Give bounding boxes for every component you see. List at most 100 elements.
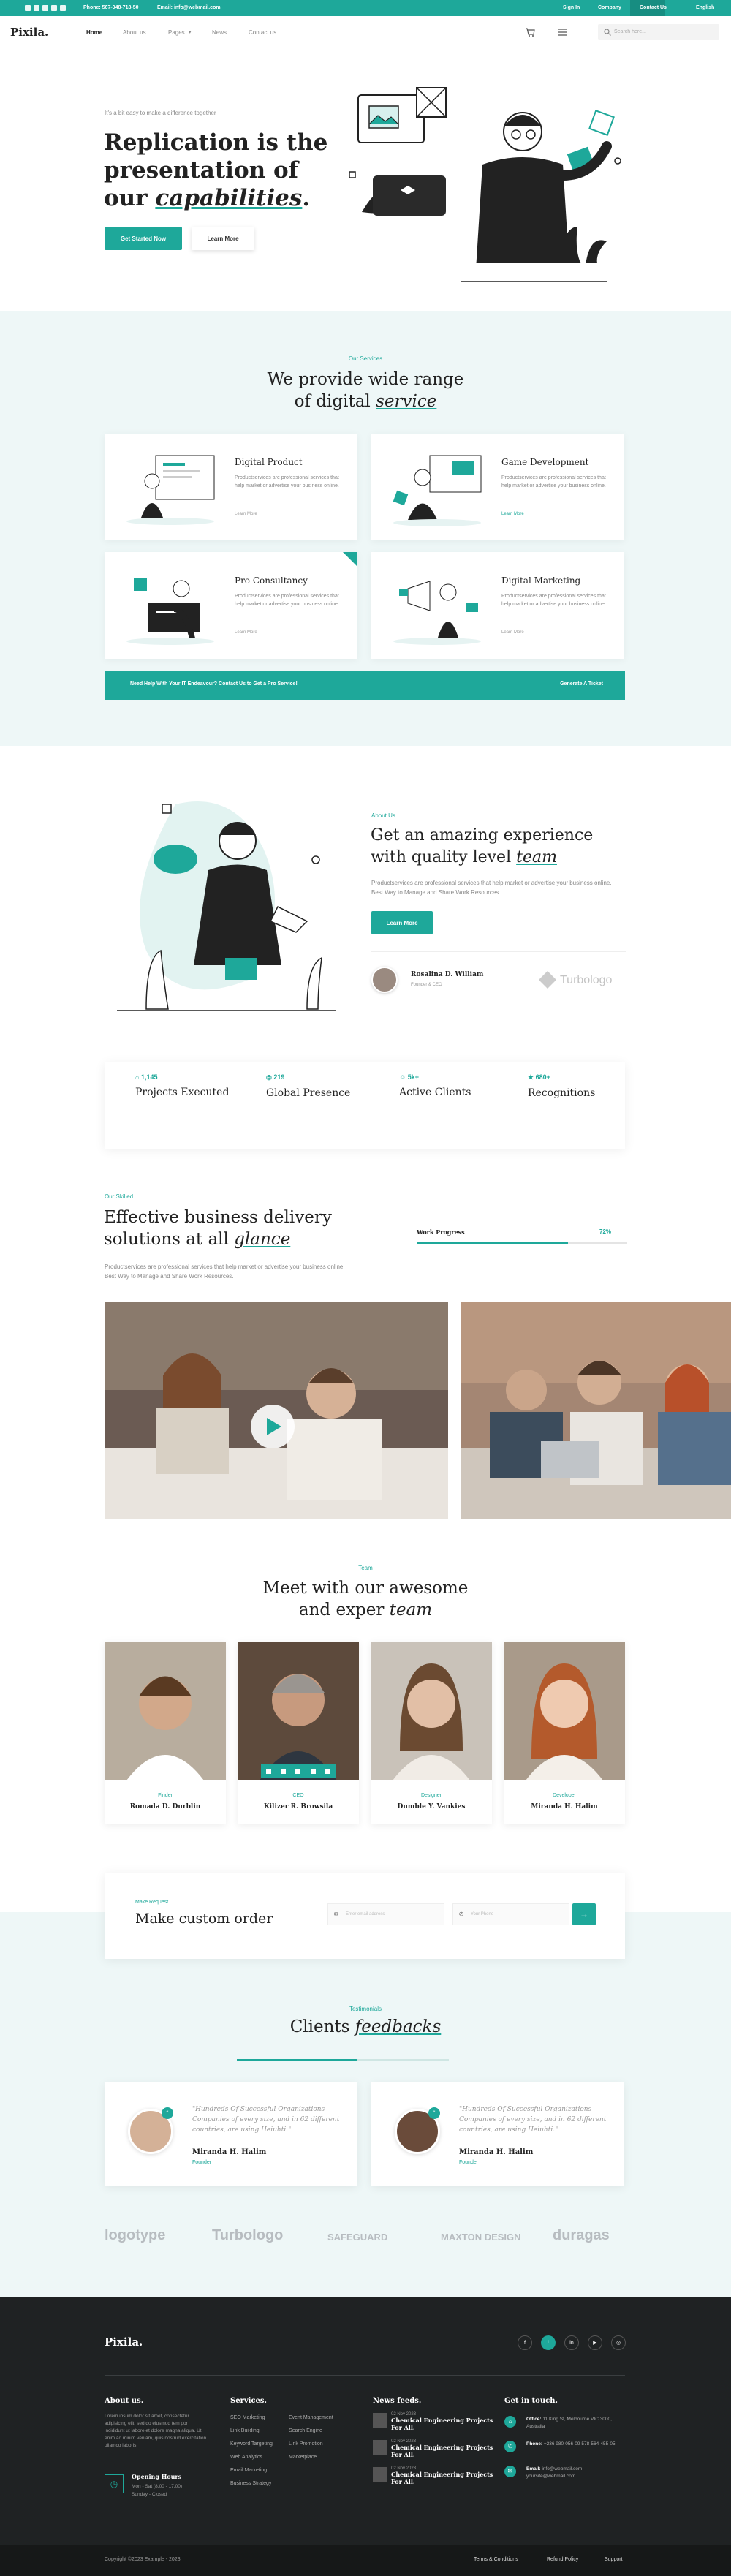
- testimonial-card: “ "Hundreds Of Successful Organizations …: [371, 2082, 624, 2186]
- stat-item: ⌂ 1,145 Projects Executed: [135, 1073, 230, 1098]
- service-learn-more[interactable]: Learn More: [235, 512, 257, 516]
- footer-brand[interactable]: Pixila.: [105, 2335, 143, 2349]
- menu-icon[interactable]: [558, 29, 567, 36]
- twitter-icon[interactable]: [34, 5, 39, 11]
- twitter-icon[interactable]: t: [541, 2335, 556, 2350]
- footer-service-link[interactable]: Link Promotion: [289, 2441, 323, 2447]
- news-thumbnail[interactable]: [373, 2440, 387, 2455]
- about-title: Get an amazing experience with quality l…: [371, 826, 594, 866]
- get-started-button[interactable]: Get Started Now: [105, 227, 182, 250]
- instagram-icon[interactable]: [60, 5, 66, 11]
- brand-logo[interactable]: Pixila.: [10, 26, 48, 39]
- avatar: [371, 967, 398, 993]
- progress-label: Work Progress: [417, 1228, 465, 1236]
- news-item[interactable]: 02 Nov 2023 Chemical Engineering Projects…: [391, 2439, 493, 2458]
- news-item[interactable]: 02 Nov 2023 Chemical Engineering Projects…: [391, 2466, 493, 2485]
- linkedin-icon[interactable]: [42, 5, 48, 11]
- search-input[interactable]: Search here...: [598, 24, 719, 40]
- footer-service-link[interactable]: SEO Marketing: [230, 2415, 265, 2420]
- service-card[interactable]: Digital Marketing Productservices are pr…: [371, 552, 624, 659]
- instagram-icon[interactable]: ◎: [611, 2335, 626, 2350]
- service-card[interactable]: Digital Product Productservices are prof…: [105, 434, 357, 540]
- footer-service-link[interactable]: Link Building: [230, 2428, 260, 2433]
- footer-link-terms[interactable]: Terms & Conditions: [474, 2557, 518, 2562]
- service-learn-more[interactable]: Learn More: [501, 512, 524, 516]
- service-learn-more[interactable]: Learn More: [501, 630, 524, 635]
- footer-service-link[interactable]: Web Analytics: [230, 2455, 262, 2460]
- mail-icon: ✉: [334, 1912, 338, 1917]
- instagram-icon[interactable]: [325, 1768, 331, 1774]
- office-photo: [461, 1302, 731, 1519]
- cart-icon[interactable]: [525, 28, 535, 37]
- language-select[interactable]: English: [696, 5, 714, 10]
- nav-contact[interactable]: Contact us: [249, 29, 276, 36]
- slider-track[interactable]: [237, 2059, 449, 2061]
- phone-field[interactable]: ✆ Your Phone: [452, 1903, 569, 1925]
- footer-service-link[interactable]: Marketplace: [289, 2455, 317, 2460]
- service-desc: Productservices are professional service…: [501, 475, 606, 488]
- youtube-icon[interactable]: ▶: [588, 2335, 602, 2350]
- news-item[interactable]: 02 Nov 2023 Chemical Engineering Projects…: [391, 2412, 493, 2431]
- team-card[interactable]: CEO Kilizer R. Browsila: [238, 1642, 359, 1824]
- team-meeting-photo: [105, 1302, 448, 1519]
- game-development-illustration: [393, 455, 482, 526]
- footer-service-link[interactable]: Keyword Targeting: [230, 2441, 273, 2447]
- linkedin-icon[interactable]: [295, 1768, 301, 1774]
- nav-pages[interactable]: Pages: [168, 29, 185, 36]
- service-card[interactable]: Game Development Productservices are pro…: [371, 434, 624, 540]
- footer-service-link[interactable]: Business Strategy: [230, 2481, 271, 2486]
- team-card[interactable]: Developer Miranda H. Halim: [504, 1642, 625, 1824]
- about-person-name: Rosalina D. William: [411, 971, 484, 978]
- topbar-contact[interactable]: Contact Us: [640, 5, 667, 10]
- hours-title: Opening Hours: [132, 2473, 182, 2480]
- news-thumbnail[interactable]: [373, 2467, 387, 2482]
- footer-contact-title: Get in touch.: [504, 2397, 558, 2405]
- submit-arrow-button[interactable]: →: [572, 1903, 596, 1925]
- progress-fill: [417, 1242, 569, 1244]
- team-name: Romada D. Durblin: [129, 1803, 201, 1810]
- youtube-icon[interactable]: [51, 5, 57, 11]
- service-learn-more[interactable]: Learn More: [235, 630, 257, 635]
- team-card[interactable]: Finder Romada D. Durblin: [105, 1642, 226, 1824]
- stat-item: ◎ 219 Global Presence: [266, 1073, 351, 1099]
- facebook-icon[interactable]: f: [518, 2335, 532, 2350]
- learn-more-button[interactable]: Learn More: [192, 227, 254, 250]
- team-name: Dumble Y. Vankies: [397, 1803, 466, 1810]
- news-thumbnail[interactable]: [373, 2413, 387, 2428]
- about-learn-more-button[interactable]: Learn More: [371, 911, 433, 934]
- about-eyebrow: About Us: [371, 812, 395, 819]
- email-field[interactable]: ✉ Enter email address: [327, 1903, 444, 1925]
- hero-title-em: capabilities: [155, 185, 303, 211]
- hero-illustration: [344, 87, 636, 292]
- footer-service-link[interactable]: Email Marketing: [230, 2468, 267, 2473]
- nav-home[interactable]: Home: [86, 29, 102, 36]
- facebook-icon[interactable]: [25, 5, 31, 11]
- footer-services-title: Services.: [230, 2397, 268, 2405]
- stat-item: ☺ 5k+ Active Clients: [399, 1073, 471, 1098]
- youtube-icon[interactable]: [310, 1768, 316, 1774]
- about-illustration: [117, 801, 336, 1011]
- team-name: Miranda H. Halim: [531, 1803, 598, 1810]
- footer-link-support[interactable]: Support: [605, 2557, 623, 2562]
- footer-about-text: Lorem ipsum dolor sit amet, consectetur …: [105, 2414, 207, 2448]
- footer-service-link[interactable]: Search Engine: [289, 2428, 322, 2433]
- topbar-signin[interactable]: Sign In: [563, 5, 580, 10]
- footer-link-refund[interactable]: Refund Policy: [547, 2557, 578, 2562]
- service-desc: Productservices are professional service…: [235, 475, 339, 488]
- testimonial-quote: "Hundreds Of Successful Organizations Co…: [192, 2106, 340, 2134]
- twitter-icon[interactable]: [281, 1768, 287, 1774]
- nav-news[interactable]: News: [212, 29, 227, 36]
- topbar-phone: Phone: 567-048-718-50: [83, 5, 139, 10]
- facebook-icon[interactable]: [265, 1768, 271, 1774]
- digital-marketing-illustration: [393, 581, 481, 645]
- service-title: Game Development: [501, 457, 589, 467]
- team-card[interactable]: Designer Dumble Y. Vankies: [371, 1642, 492, 1824]
- help-banner: Need Help With Your IT Endeavour? Contac…: [105, 671, 625, 700]
- footer-service-link[interactable]: Event Management: [289, 2415, 333, 2420]
- nav-about[interactable]: About us: [123, 29, 146, 36]
- team-photo: [504, 1642, 625, 1780]
- service-card[interactable]: Pro Consultancy Productservices are prof…: [105, 552, 357, 659]
- generate-ticket-link[interactable]: Generate A Ticket: [560, 681, 603, 687]
- topbar-company[interactable]: Company: [598, 5, 621, 10]
- linkedin-icon[interactable]: in: [564, 2335, 579, 2350]
